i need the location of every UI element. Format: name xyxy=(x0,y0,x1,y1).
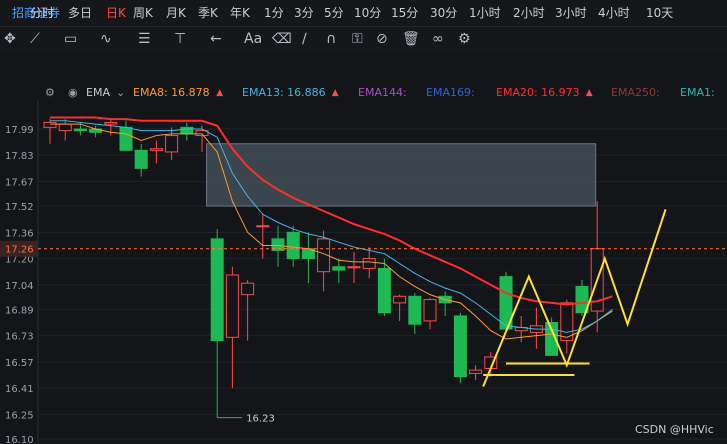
candle-body-6 xyxy=(134,149,148,169)
resistance-zone-box xyxy=(206,143,597,207)
eye-icon[interactable]: ◉ xyxy=(68,86,78,99)
y-tick-label-1: 17.83 xyxy=(5,151,34,162)
ema-legend-item-0[interactable]: EMA8: 16.878 xyxy=(133,86,210,99)
y-tick-label-0: 17.99 xyxy=(5,125,34,136)
y-tick-label-8: 16.73 xyxy=(5,332,34,343)
candle-body-5 xyxy=(119,126,133,151)
y-tick-label-7: 16.89 xyxy=(5,305,34,316)
y-tick-label-2: 17.67 xyxy=(5,177,34,188)
candle-body-9 xyxy=(180,126,194,135)
ema-legend-item-3[interactable]: EMA169: xyxy=(426,86,475,99)
ema-trend-up-icon: ▲ xyxy=(585,88,593,98)
ema-legend-item-6[interactable]: EMA1: xyxy=(680,86,715,99)
y-tick-label-10: 16.41 xyxy=(5,384,34,395)
candle-body-25 xyxy=(423,299,437,322)
current-price-label: 17.26 xyxy=(5,245,34,256)
candle-body-14 xyxy=(256,225,270,228)
low-annotation: 16.23 xyxy=(246,414,275,425)
ema-legend-item-4[interactable]: EMA20: 16.973 xyxy=(496,86,580,99)
ema-legend-item-5[interactable]: EMA250: xyxy=(611,86,660,99)
y-tick-label-6: 17.04 xyxy=(5,281,34,292)
ema-legend-item-2[interactable]: EMA144: xyxy=(358,86,407,99)
candle-body-20 xyxy=(347,266,361,269)
candle-body-22 xyxy=(377,267,391,314)
candle-body-28 xyxy=(469,369,483,374)
indicator-settings-icon[interactable]: ⚙ xyxy=(45,86,55,99)
ema-legend: ⚙ ◉ EMA ⌄ EMA8: 16.878 ▲ EMA13: 16.886 ▲ EMA… xyxy=(0,86,727,102)
candle-body-34 xyxy=(560,302,574,342)
indicator-dropdown-icon[interactable]: ⌄ xyxy=(116,86,125,99)
candle-body-23 xyxy=(393,295,407,304)
candle-body-16 xyxy=(286,231,300,260)
candle-body-24 xyxy=(408,295,422,325)
candle-body-12 xyxy=(225,274,239,338)
y-tick-label-3: 17.52 xyxy=(5,202,34,213)
candle-body-13 xyxy=(241,282,255,296)
y-tick-label-12: 16.10 xyxy=(5,435,34,444)
candlestick-chart[interactable]: 17.9917.8317.6717.5217.3617.2017.0416.89… xyxy=(0,0,727,444)
y-tick-label-9: 16.57 xyxy=(5,358,34,369)
ema-trend-up-icon: ▲ xyxy=(216,88,224,98)
candle-body-11 xyxy=(210,238,224,342)
candle-body-19 xyxy=(332,266,346,271)
ema-trend-up-icon: ▲ xyxy=(331,88,339,98)
candle-body-8 xyxy=(165,135,179,153)
candle-body-1 xyxy=(58,123,72,132)
y-tick-label-11: 16.25 xyxy=(5,410,34,421)
candle-body-2 xyxy=(73,128,87,132)
ema-legend-item-1[interactable]: EMA13: 16.886 xyxy=(242,86,326,99)
y-tick-label-4: 17.36 xyxy=(5,228,34,239)
candle-body-27 xyxy=(453,315,467,378)
indicator-name[interactable]: EMA xyxy=(86,86,110,99)
candle-body-0 xyxy=(43,121,57,128)
candle-body-4 xyxy=(104,121,118,125)
candle-body-21 xyxy=(362,258,376,269)
watermark: CSDN @HHVic xyxy=(635,423,714,436)
candle-body-7 xyxy=(149,148,163,151)
